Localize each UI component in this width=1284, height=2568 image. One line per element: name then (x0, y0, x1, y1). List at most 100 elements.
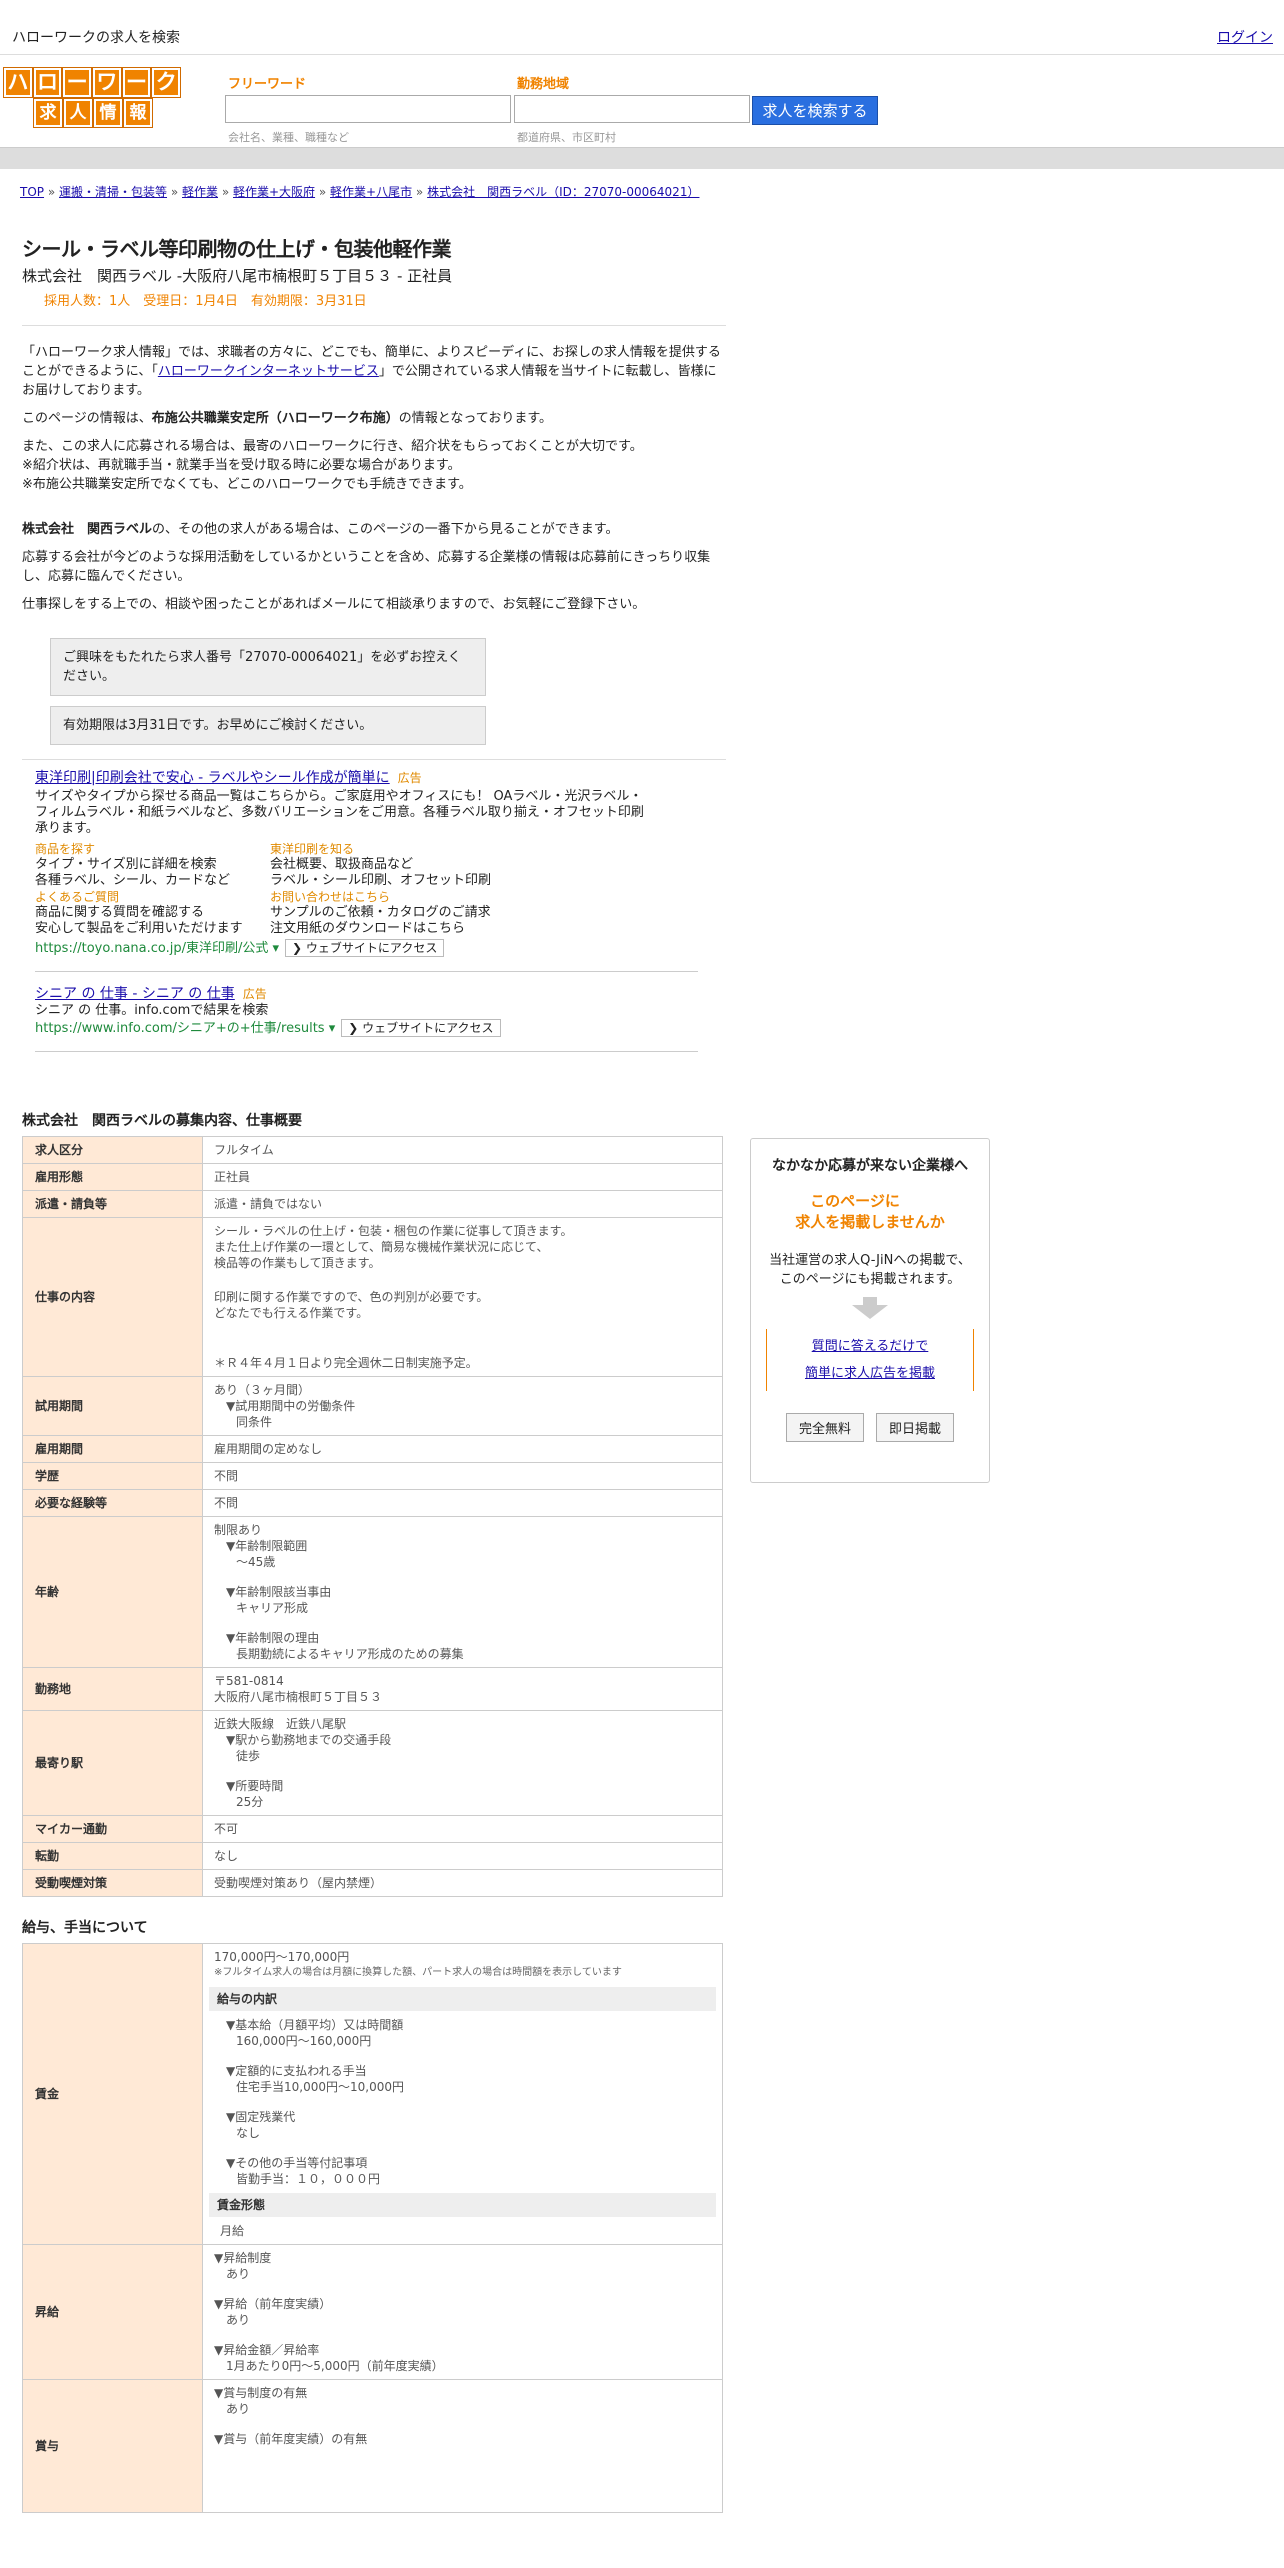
breadcrumb-prefecture[interactable]: 軽作業+大阪府 (233, 185, 315, 199)
recruit-info: 採用人数：1人 受理日：1月4日 有効期限：3月31日 (44, 294, 367, 309)
value-line: ▼昇給（前年度実績） (214, 2297, 332, 2311)
table-row: 必要な経験等 不問 (22, 1489, 723, 1517)
chevron-down-icon[interactable]: ▾ (329, 1021, 336, 1036)
table-row: 派遣・請負等 派遣・請負ではない (22, 1190, 723, 1218)
salary-note: ※フルタイム求人の場合は月額に換算した額、パート求人の場合は時間額を表示していま… (214, 1967, 622, 1978)
value-line: ▼年齢制限範囲 (226, 1539, 308, 1553)
description-line: 当社運営の求人Q-JiNへの掲載で、 (769, 1253, 971, 1268)
value-line: ▼昇給制度 (214, 2251, 272, 2265)
job-summary-table: 求人区分 フルタイム 雇用形態 正社員 派遣・請負等 派遣・請負ではない 仕事の内容 … (22, 1136, 723, 1897)
breadcrumb-top[interactable]: TOP (20, 185, 44, 199)
freeword-label: フリーワード (228, 77, 307, 92)
logo-char: 人 (64, 99, 92, 127)
ad-block-2: シニア の 仕事 - シニア の 仕事 広告 シニア の 仕事。info.comで… (35, 986, 705, 1037)
logo-char: ワ (93, 68, 121, 97)
header: ハ ロ ー ワ ー ク 求 人 情 報 フリーワード 会社名、業種、職種など 勤… (0, 55, 1284, 147)
advertise-buttons: 完全無料 即日掲載 (751, 1413, 989, 1442)
sitelink[interactable]: お問い合わせはこちら サンプルのご依頼・カタログのご請求 注文用紙のダウンロードはこ… (270, 889, 570, 937)
sitelink-line: 各種ラベル、シール、カードなど (35, 873, 231, 888)
advertise-offer: このページに 求人を掲載しませんか (751, 1191, 989, 1233)
row-label: 必要な経験等 (22, 1489, 203, 1517)
hellowork-internet-link[interactable]: ハローワークインターネットサービス (158, 364, 379, 379)
top-bar: ハローワークの求人を検索 ログイン (0, 0, 1284, 55)
row-label: マイカー通勤 (22, 1815, 203, 1843)
value-line: ▼年齢制限該当事由 (226, 1585, 332, 1599)
row-label: 勤務地 (22, 1667, 203, 1711)
breadcrumb-city[interactable]: 軽作業+八尾市 (330, 185, 412, 199)
area-input[interactable] (514, 95, 750, 123)
divider (22, 325, 726, 326)
freeword-hint: 会社名、業種、職種など (228, 131, 349, 144)
job-description-line: 印刷に関する作業ですので、色の判別が必要です。 (214, 1290, 489, 1304)
offer-line: 求人を掲載しませんか (795, 1213, 945, 1231)
sitelink[interactable]: 商品を探す タイプ・サイズ別に詳細を検索 各種ラベル、シール、カードなど (35, 841, 270, 889)
visit-website-button[interactable]: ❯ ウェブサイトにアクセス (341, 1019, 501, 1037)
ad-divider (35, 971, 698, 972)
breadcrumb-category[interactable]: 運搬・清掃・包装等 (59, 185, 167, 199)
value-line: ▼固定残業代 (226, 2110, 296, 2124)
consult-paragraph: 仕事探しをする上での、相談や困ったことがあればメールにて相談承りますので、お気軽… (22, 597, 646, 612)
row-value: 〒581-0814 大阪府八尾市楠根町５丁目５３ (202, 1667, 723, 1711)
value-line: ▼所要時間 (226, 1779, 284, 1793)
advice-paragraph: 応募する会社が今どのような採用活動をしているかということを含め、応募する企業様の… (22, 550, 711, 584)
row-label: 学歴 (22, 1462, 203, 1490)
chevron-down-icon[interactable]: ▾ (273, 941, 280, 956)
value-line: 25分 (236, 1795, 264, 1809)
sitelink[interactable]: よくあるご質問 商品に関する質問を確認する 安心して製品をご利用いただけます (35, 889, 270, 937)
arrow-down-icon (863, 1297, 877, 1305)
row-value: ▼賞与制度の有無 あり ▼賞与（前年度実績）の有無 (202, 2379, 723, 2513)
question-link[interactable]: 質問に答えるだけで (812, 1339, 929, 1354)
row-label: 昇給 (22, 2244, 203, 2380)
advertise-title: なかなか応募が来ない企業様へ (772, 1158, 968, 1174)
visit-website-button[interactable]: ❯ ウェブサイトにアクセス (285, 939, 445, 957)
table-row: 学歴 不問 (22, 1462, 723, 1490)
value-line: ▼駅から勤務地までの交通手段 (226, 1733, 392, 1747)
row-label: 受動喫煙対策 (22, 1869, 203, 1897)
same-day-button[interactable]: 即日掲載 (876, 1413, 955, 1442)
value-line: ▼賞与（前年度実績）の有無 (214, 2432, 368, 2446)
value-line: 〜45歳 (236, 1555, 276, 1569)
ad-url[interactable]: https://toyo.nana.co.jp/東洋印刷/公式 (35, 941, 268, 956)
row-value: 制限あり ▼年齢制限範囲 〜45歳 ▼年齢制限該当事由 キャリア形成 ▼年齢制限… (202, 1516, 723, 1668)
value-line: あり (226, 2267, 251, 2281)
hellowork-logo[interactable]: ハ ロ ー ワ ー ク 求 人 情 報 (4, 68, 181, 127)
area-label: 勤務地域 (517, 77, 570, 92)
logo-char: ー (63, 68, 92, 97)
referral-paragraph: また、この求人に応募される場合は、最寄のハローワークに行き、紹介状をもらっておく… (22, 437, 726, 494)
breadcrumb-company[interactable]: 株式会社 関西ラベル（ID：27070-00064021） (427, 185, 699, 199)
row-label: 求人区分 (22, 1136, 203, 1164)
salary-table: 賃金 170,000円〜170,000円 ※フルタイム求人の場合は月額に換算した… (22, 1943, 723, 2513)
table-row: 年齢 制限あり ▼年齢制限範囲 〜45歳 ▼年齢制限該当事由 キャリア形成 ▼年… (22, 1516, 723, 1668)
referral-note: ※布施公共職業安定所でなくても、どこのハローワークでも手続きできます。 (22, 477, 472, 492)
login-link[interactable]: ログイン (1217, 27, 1273, 47)
deadline-notice: 有効期限は3月31日です。お早めにご検討ください。 (50, 706, 486, 745)
ad-sitelinks: 商品を探す タイプ・サイズ別に詳細を検索 各種ラベル、シール、カードなど 東洋印刷を… (35, 841, 705, 937)
row-value: なし (202, 1842, 723, 1870)
breadcrumb-subcategory[interactable]: 軽作業 (182, 185, 218, 199)
table-row: 転勤 なし (22, 1842, 723, 1870)
post-ad-link[interactable]: 簡単に求人広告を掲載 (805, 1366, 935, 1381)
value-line: 住宅手当10,000円〜10,000円 (236, 2080, 404, 2094)
sitelink-line: 商品に関する質問を確認する (35, 905, 205, 920)
search-button[interactable]: 求人を検索する (752, 96, 878, 125)
table-row: 試用期間 あり（３ヶ月間） ▼試用期間中の労働条件 同条件 (22, 1376, 723, 1436)
divider (22, 759, 726, 760)
ad-url[interactable]: https://www.info.com/シニア+の+仕事/results (35, 1021, 325, 1036)
postal-code: 〒581-0814 (214, 1674, 284, 1688)
free-button[interactable]: 完全無料 (785, 1413, 864, 1442)
row-label: 試用期間 (22, 1376, 203, 1436)
row-label: 雇用期間 (22, 1435, 203, 1463)
value-line: ▼賞与制度の有無 (214, 2386, 308, 2400)
company-line: 株式会社 関西ラベル -大阪府八尾市楠根町５丁目５３ - 正社員 (22, 267, 453, 285)
row-value: あり（３ヶ月間） ▼試用期間中の労働条件 同条件 (202, 1376, 723, 1436)
sitelink-line: ラベル・シール印刷、オフセット印刷 (270, 873, 492, 888)
freeword-input[interactable] (225, 95, 511, 123)
arrow-down-icon (852, 1305, 888, 1319)
ad-title[interactable]: 東洋印刷|印刷会社で安心 - ラベルやシール作成が簡単に (35, 770, 390, 786)
ad-title[interactable]: シニア の 仕事 - シニア の 仕事 (35, 986, 235, 1002)
row-label: 仕事の内容 (22, 1217, 203, 1377)
sitelink[interactable]: 東洋印刷を知る 会社概要、取扱商品など ラベル・シール印刷、オフセット印刷 (270, 841, 570, 889)
value-line: 160,000円〜160,000円 (236, 2034, 372, 2048)
value-line: あり (226, 2313, 251, 2327)
table-row: 昇給 ▼昇給制度 あり ▼昇給（前年度実績） あり ▼昇給金額／昇給率 1月あた… (22, 2244, 723, 2380)
